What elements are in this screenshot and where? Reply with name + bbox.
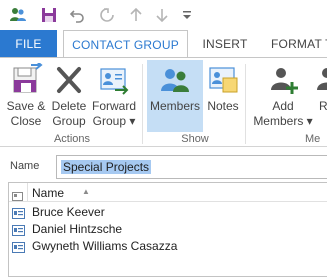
contact-name: Gwyneth Williams Casazza bbox=[32, 239, 178, 253]
group-name-value: Special Projects bbox=[61, 160, 152, 174]
customize-dropdown-icon[interactable] bbox=[180, 6, 194, 24]
add-members-label-line2: Members ▾ bbox=[253, 114, 313, 128]
tab-insert[interactable]: INSERT bbox=[196, 30, 254, 57]
delete-group-label-line2: Group bbox=[52, 114, 86, 128]
delete-icon bbox=[52, 63, 86, 97]
save-and-close-label-line2: Close bbox=[10, 114, 42, 128]
contact-card-icon bbox=[12, 240, 25, 258]
group-label-show: Show bbox=[181, 133, 209, 145]
delete-group-label-line1: Delete bbox=[51, 99, 87, 113]
add-members-label-line1: Add bbox=[272, 99, 294, 113]
tab-file[interactable]: FILE bbox=[0, 30, 57, 57]
list-item[interactable]: Gwyneth Williams Casazza bbox=[9, 237, 327, 254]
tab-contact-group[interactable]: CONTACT GROUP bbox=[63, 30, 188, 58]
members-label: Members bbox=[149, 99, 200, 113]
name-field-row: Name Special Projects bbox=[0, 153, 327, 181]
forward-group-button[interactable]: Forward Group ▾ bbox=[89, 60, 139, 132]
ribbon-panel: Save & Close Delete Group Forward Group … bbox=[0, 57, 327, 147]
list-item[interactable]: Bruce Keever bbox=[9, 203, 327, 220]
remove-member-icon bbox=[316, 63, 327, 97]
up-arrow-icon[interactable] bbox=[128, 6, 144, 24]
name-label: Name bbox=[10, 160, 40, 172]
people-icon bbox=[8, 6, 28, 24]
forward-group-label-line1: Forward bbox=[91, 99, 136, 113]
group-label-actions: Actions bbox=[53, 133, 91, 145]
remove-member-label: R bbox=[319, 99, 327, 113]
save-and-close-label-line1: Save & bbox=[6, 99, 46, 113]
notes-label: Notes bbox=[207, 99, 239, 113]
members-list: Name ▲ Bruce Keever Daniel Hintzsche Gwy… bbox=[8, 182, 327, 277]
save-close-icon bbox=[9, 60, 43, 97]
group-name-input[interactable]: Special Projects bbox=[56, 155, 327, 179]
sort-ascending-icon: ▲ bbox=[82, 187, 90, 196]
notes-button[interactable]: Notes bbox=[204, 60, 242, 132]
tab-format-text[interactable]: FORMAT T bbox=[264, 30, 327, 57]
save-icon[interactable] bbox=[40, 6, 58, 24]
members-icon bbox=[158, 63, 192, 97]
column-divider bbox=[27, 183, 28, 202]
group-label-members: Me bbox=[305, 133, 321, 145]
delete-group-button[interactable]: Delete Group bbox=[49, 60, 89, 132]
save-and-close-button[interactable]: Save & Close bbox=[4, 60, 48, 132]
remove-member-button[interactable]: R bbox=[316, 60, 327, 132]
contact-group-window: FILE CONTACT GROUP INSERT FORMAT T Save … bbox=[0, 0, 327, 277]
list-item[interactable]: Daniel Hintzsche bbox=[9, 220, 327, 237]
list-header: Name ▲ bbox=[9, 183, 327, 202]
add-member-icon bbox=[266, 63, 300, 97]
column-header-name[interactable]: Name bbox=[32, 186, 64, 200]
ribbon-separator bbox=[245, 64, 246, 144]
undo-icon[interactable] bbox=[68, 6, 86, 24]
forward-group-label-line2: Group ▾ bbox=[92, 114, 136, 128]
redo-icon[interactable] bbox=[98, 6, 116, 24]
down-arrow-icon[interactable] bbox=[154, 6, 170, 24]
contact-name: Bruce Keever bbox=[32, 205, 105, 219]
contact-name: Daniel Hintzsche bbox=[32, 222, 123, 236]
add-members-button[interactable]: Add Members ▾ bbox=[251, 60, 315, 132]
notes-icon bbox=[206, 63, 240, 97]
ribbon-separator bbox=[142, 64, 143, 144]
quick-access-toolbar bbox=[0, 0, 327, 30]
ribbon-tab-bar: FILE CONTACT GROUP INSERT FORMAT T bbox=[0, 30, 327, 58]
members-button[interactable]: Members bbox=[147, 60, 203, 132]
forward-contact-card-icon bbox=[97, 63, 131, 97]
